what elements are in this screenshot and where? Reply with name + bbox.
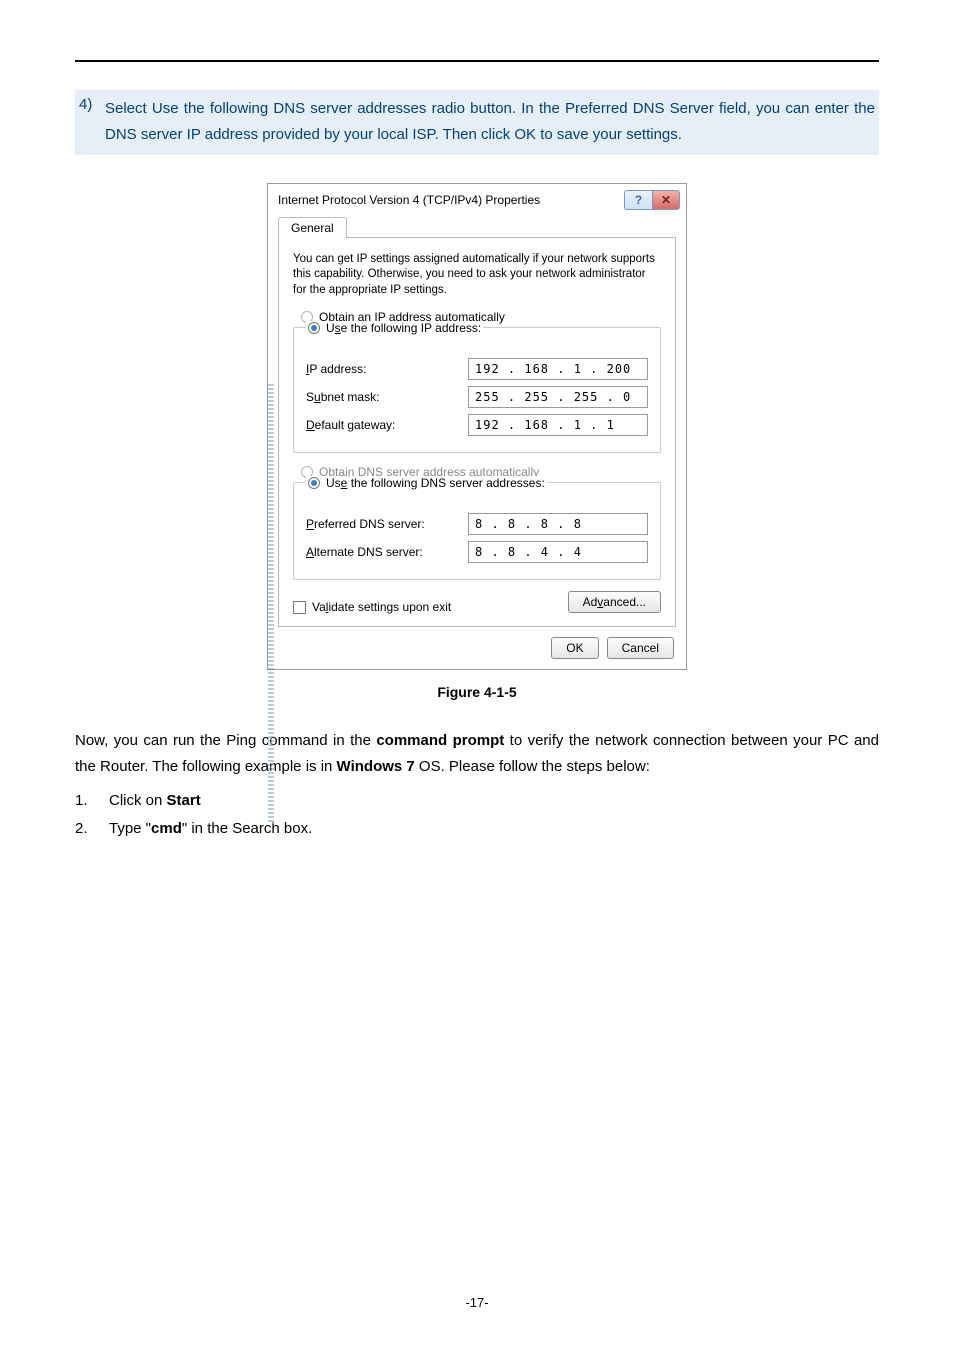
- close-icon[interactable]: ✕: [652, 190, 680, 210]
- step-1: 1. Click on Start: [75, 787, 879, 816]
- steps-list: 1. Click on Start 2. Type "cmd" in the S…: [75, 787, 879, 844]
- validate-checkbox-row[interactable]: Validate settings upon exit: [293, 600, 451, 614]
- checkbox-icon: [293, 601, 306, 614]
- preferred-dns-label: Preferred DNS server:: [306, 517, 425, 531]
- dialog-title: Internet Protocol Version 4 (TCP/IPv4) P…: [278, 193, 540, 207]
- default-gateway-input[interactable]: 192 . 168 . 1 . 1: [468, 414, 648, 436]
- radio-use-following-dns[interactable]: Use the following DNS server addresses:: [308, 476, 545, 490]
- help-icon[interactable]: ?: [624, 190, 652, 210]
- page-number: -17-: [0, 1295, 954, 1310]
- radio-icon: [308, 322, 320, 334]
- validate-label: Validate settings upon exit: [312, 600, 451, 614]
- dialog-left-edge: [268, 384, 274, 824]
- instruction-text: Select Use the following DNS server addr…: [105, 96, 875, 149]
- radio-use-following-ip[interactable]: Use the following IP address:: [308, 321, 481, 335]
- tab-panel-general: You can get IP settings assigned automat…: [278, 237, 676, 628]
- ip-address-label: IP address:: [306, 362, 367, 376]
- figure-caption: Figure 4-1-5: [75, 684, 879, 700]
- top-rule: [75, 60, 879, 62]
- ip-address-input[interactable]: 192 . 168 . 1 . 200: [468, 358, 648, 380]
- ip-fieldset: Use the following IP address: IP address…: [293, 327, 661, 453]
- ok-button[interactable]: OK: [551, 637, 598, 659]
- ipv4-properties-dialog: Internet Protocol Version 4 (TCP/IPv4) P…: [267, 183, 687, 671]
- alternate-dns-label: Alternate DNS server:: [306, 545, 423, 559]
- cancel-button[interactable]: Cancel: [607, 637, 674, 659]
- step-2: 2. Type "cmd" in the Search box.: [75, 815, 879, 844]
- instruction-number: 4): [79, 96, 105, 149]
- radio-icon: [308, 477, 320, 489]
- dns-fieldset: Use the following DNS server addresses: …: [293, 482, 661, 580]
- dialog-desc: You can get IP settings assigned automat…: [293, 252, 661, 299]
- paragraph-ping: Now, you can run the Ping command in the…: [75, 728, 879, 781]
- advanced-button[interactable]: Advanced...: [568, 591, 661, 613]
- subnet-mask-input[interactable]: 255 . 255 . 255 . 0: [468, 386, 648, 408]
- dialog-titlebar: Internet Protocol Version 4 (TCP/IPv4) P…: [268, 184, 686, 216]
- preferred-dns-input[interactable]: 8 . 8 . 8 . 8: [468, 513, 648, 535]
- subnet-mask-label: Subnet mask:: [306, 390, 379, 404]
- tab-general[interactable]: General: [278, 217, 347, 238]
- instruction-block: 4) Select Use the following DNS server a…: [75, 90, 879, 155]
- default-gateway-label: Default gateway:: [306, 418, 395, 432]
- alternate-dns-input[interactable]: 8 . 8 . 4 . 4: [468, 541, 648, 563]
